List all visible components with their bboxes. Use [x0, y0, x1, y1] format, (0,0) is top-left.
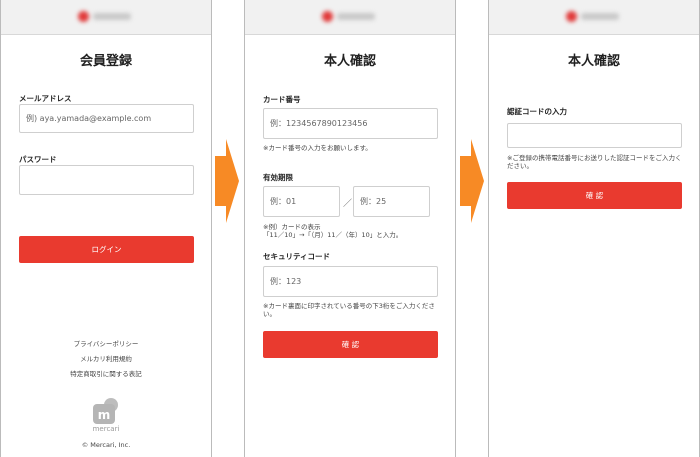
password-label: パスワード	[19, 155, 57, 164]
email-label: メールアドレス	[19, 94, 72, 103]
page-title: 本人確認	[567, 54, 620, 69]
expiry-year-placeholder: 例：25	[360, 197, 387, 206]
blurred-logo-icon	[78, 9, 134, 23]
expiry-separator: ／	[343, 199, 353, 209]
privacy-policy-link[interactable]: プライバシーポリシー	[1, 338, 211, 348]
blurred-logo-icon	[322, 9, 378, 23]
security-code-input[interactable]: 例：123	[263, 266, 438, 297]
login-button[interactable]: ログイン	[19, 236, 194, 263]
svg-text:m: m	[98, 408, 111, 422]
expiry-month-placeholder: 例：01	[270, 197, 297, 206]
security-code-placeholder: 例：123	[270, 277, 302, 286]
email-input[interactable]: 例) aya.yamada@example.com	[19, 104, 194, 133]
flow-arrow-icon	[460, 139, 484, 223]
commerce-law-link[interactable]: 特定商取引に関する表記	[1, 368, 211, 378]
card-number-placeholder: 例：1234567890123456	[270, 119, 368, 128]
brand-name: mercari	[92, 425, 120, 433]
expiry-label: 有効期限	[263, 173, 293, 182]
top-bar	[245, 0, 455, 35]
expiry-month-input[interactable]: 例：01	[263, 186, 340, 217]
top-bar	[489, 0, 699, 35]
verification-code-input[interactable]	[507, 123, 682, 148]
top-bar	[1, 0, 211, 35]
expiry-note-2: 「11／10」→「（月）11／（年）10」と入力。	[263, 231, 403, 239]
terms-link[interactable]: メルカリ利用規約	[1, 353, 211, 363]
confirm-button[interactable]: 確 認	[507, 182, 682, 209]
expiry-note-1: ※例）カードの表示	[263, 223, 321, 231]
security-code-note: ※カード裏面に印字されている番号の下3桁をご入力ください。	[263, 302, 435, 318]
password-input[interactable]	[19, 165, 194, 195]
verification-code-note: ※ご登録の携帯電話番号にお送りした認証コードをご入力ください。	[507, 154, 682, 170]
card-number-note: ※カード番号の入力をお願いします。	[263, 144, 372, 152]
blurred-logo-icon	[566, 9, 622, 23]
card-number-input[interactable]: 例：1234567890123456	[263, 108, 438, 139]
page-title: 本人確認	[323, 54, 376, 69]
copyright: © Mercari, Inc.	[81, 441, 131, 449]
expiry-year-input[interactable]: 例：25	[353, 186, 430, 217]
verification-code-label: 認証コードの入力	[507, 107, 567, 116]
panel-sms-verification: 本人確認 認証コードの入力 ※ご登録の携帯電話番号にお送りした認証コードをご入力…	[488, 0, 700, 457]
security-code-label: セキュリティコード	[263, 252, 331, 261]
confirm-button[interactable]: 確 認	[263, 331, 438, 358]
flow-arrow-icon	[215, 139, 239, 223]
panel-registration: 会員登録 メールアドレス 例) aya.yamada@example.com パ…	[0, 0, 212, 457]
email-placeholder: 例) aya.yamada@example.com	[26, 114, 152, 123]
panel-card-verification: 本人確認 カード番号 例：1234567890123456 ※カード番号の入力を…	[244, 0, 456, 457]
card-number-label: カード番号	[263, 95, 301, 104]
page-title: 会員登録	[79, 54, 132, 69]
